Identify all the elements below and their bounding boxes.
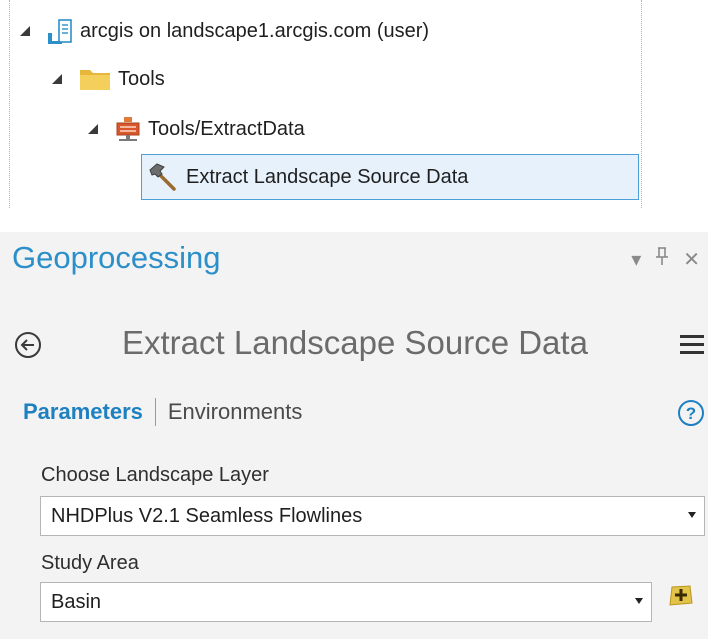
catalog-tree: arcgis on landscape1.arcgis.com (user) T… <box>0 0 708 208</box>
hamburger-menu-icon[interactable] <box>678 332 706 358</box>
add-feature-icon[interactable] <box>667 583 695 609</box>
help-icon[interactable]: ? <box>677 399 705 427</box>
hammer-tool-icon <box>148 163 178 191</box>
pin-icon[interactable] <box>655 246 669 272</box>
dropdown-caret-icon <box>688 512 696 518</box>
back-arrow-icon[interactable] <box>14 331 42 359</box>
tree-node-folder[interactable]: Tools <box>50 63 165 95</box>
expand-arrow-icon[interactable] <box>86 122 100 136</box>
tab-environments[interactable]: Environments <box>168 399 303 425</box>
expand-arrow-icon[interactable] <box>50 72 64 86</box>
tree-node-tool[interactable]: Extract Landscape Source Data <box>141 154 639 200</box>
tree-node-service[interactable]: Tools/ExtractData <box>86 113 305 145</box>
close-icon[interactable]: ✕ <box>683 247 700 272</box>
landscape-layer-dropdown[interactable]: NHDPlus V2.1 Seamless Flowlines <box>40 496 705 536</box>
folder-icon <box>78 65 112 93</box>
expand-arrow-icon[interactable] <box>18 24 32 38</box>
tree-node-server-label: arcgis on landscape1.arcgis.com (user) <box>80 19 430 42</box>
tree-divider-left <box>9 0 10 208</box>
tree-node-tool-label: Extract Landscape Source Data <box>186 165 469 188</box>
pane-controls: ▾ ✕ <box>631 246 700 272</box>
svg-text:?: ? <box>686 404 696 423</box>
tool-title: Extract Landscape Source Data <box>122 324 588 361</box>
study-area-value: Basin <box>51 590 102 613</box>
server-connection-icon <box>46 17 74 45</box>
pane-title: Geoprocessing <box>12 240 221 275</box>
landscape-layer-value: NHDPlus V2.1 Seamless Flowlines <box>51 504 363 527</box>
tree-divider-right <box>641 0 642 208</box>
param-label-study-area: Study Area <box>41 552 139 574</box>
study-area-dropdown[interactable]: Basin <box>40 582 652 622</box>
tree-node-service-label: Tools/ExtractData <box>148 117 305 140</box>
dropdown-caret-icon <box>635 598 643 604</box>
param-label-landscape-layer: Choose Landscape Layer <box>41 464 269 486</box>
tree-node-server[interactable]: arcgis on landscape1.arcgis.com (user) <box>18 15 429 47</box>
pane-tabs: Parameters Environments <box>23 398 302 426</box>
pane-options-dropdown-icon[interactable]: ▾ <box>631 247 641 272</box>
geoprocessing-service-icon <box>114 115 142 143</box>
tree-node-folder-label: Tools <box>118 67 165 90</box>
tab-parameters[interactable]: Parameters <box>23 399 143 425</box>
tab-separator <box>154 398 156 426</box>
geoprocessing-pane: Geoprocessing ▾ ✕ Extract Landscape Sour… <box>0 232 708 639</box>
